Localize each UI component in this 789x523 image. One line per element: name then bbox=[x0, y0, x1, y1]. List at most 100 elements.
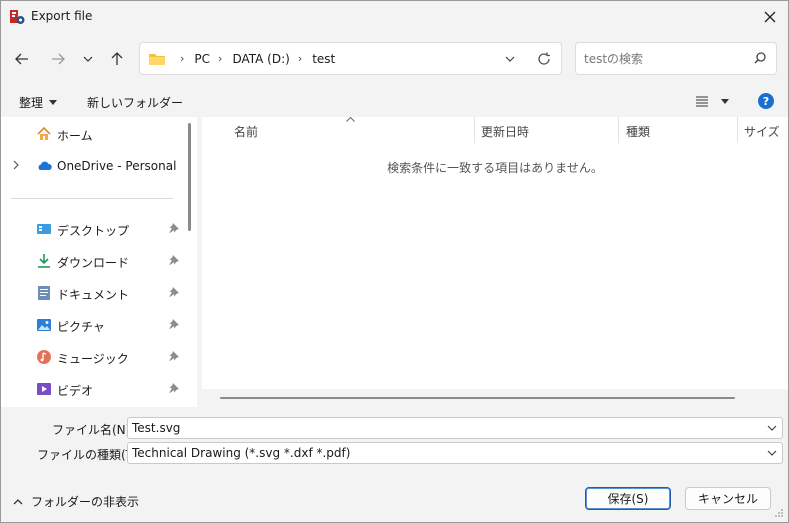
chevron-up-icon bbox=[13, 498, 23, 504]
sidebar-item-desktop[interactable]: デスクトップ bbox=[1, 216, 185, 242]
pin-icon[interactable] bbox=[168, 222, 180, 234]
address-bar[interactable]: › PC › DATA (D:) › test bbox=[139, 42, 562, 75]
breadcrumb-item-drive[interactable]: DATA (D:) bbox=[232, 52, 289, 66]
address-dropdown-icon[interactable] bbox=[505, 56, 515, 62]
folder-icon bbox=[149, 53, 165, 65]
video-icon bbox=[37, 383, 51, 395]
filename-label: ファイル名(N): bbox=[52, 423, 135, 437]
horizontal-scrollbar[interactable] bbox=[220, 397, 735, 399]
list-view-icon bbox=[696, 96, 708, 107]
up-button[interactable] bbox=[104, 46, 130, 72]
breadcrumb-separator-icon: › bbox=[180, 52, 185, 65]
sidebar-item-onedrive[interactable]: OneDrive - Personal bbox=[1, 153, 185, 179]
sidebar-divider bbox=[11, 198, 173, 199]
view-options-button[interactable] bbox=[695, 96, 729, 107]
chevron-right-icon[interactable] bbox=[13, 160, 19, 170]
new-folder-button[interactable]: 新しいフォルダー bbox=[87, 94, 183, 111]
hide-folders-label: フォルダーの非表示 bbox=[31, 495, 140, 509]
download-icon bbox=[38, 254, 50, 268]
filename-field[interactable]: Test.svg bbox=[127, 417, 783, 439]
sidebar-item-pictures[interactable]: ピクチャ bbox=[1, 312, 185, 338]
forward-button[interactable] bbox=[45, 46, 71, 72]
sidebar-scrollbar[interactable] bbox=[188, 123, 191, 231]
cancel-button[interactable]: キャンセル bbox=[685, 487, 771, 510]
chevron-down-icon[interactable] bbox=[767, 425, 777, 431]
content-area: ホーム OneDrive - Personal デスクトップ ダウンロード ドキ… bbox=[1, 117, 788, 407]
column-divider[interactable] bbox=[737, 117, 738, 143]
dialog-footer: フォルダーの非表示 保存(S) キャンセル bbox=[1, 471, 788, 522]
pin-icon[interactable] bbox=[168, 350, 180, 362]
sidebar-item-label: ホーム bbox=[57, 129, 93, 143]
document-icon bbox=[38, 286, 50, 300]
file-list: 名前 更新日時 種類 サイズ 検索条件に一致する項目はありません。 bbox=[202, 117, 788, 407]
navigation-bar: › PC › DATA (D:) › test bbox=[1, 33, 788, 85]
arrow-up-icon bbox=[111, 52, 123, 65]
caret-down-icon bbox=[49, 100, 58, 105]
navigation-pane: ホーム OneDrive - Personal デスクトップ ダウンロード ドキ… bbox=[1, 117, 197, 407]
close-button[interactable] bbox=[756, 3, 784, 31]
organize-label: 整理 bbox=[19, 96, 44, 110]
home-icon bbox=[37, 126, 51, 140]
column-divider[interactable] bbox=[474, 117, 475, 143]
pin-icon[interactable] bbox=[168, 382, 180, 394]
search-input[interactable] bbox=[584, 50, 744, 68]
sidebar-item-label: ダウンロード bbox=[57, 256, 130, 270]
breadcrumb-item-pc[interactable]: PC bbox=[194, 52, 210, 66]
column-header-modified[interactable]: 更新日時 bbox=[481, 123, 529, 140]
recent-locations-button[interactable] bbox=[75, 46, 101, 72]
app-icon bbox=[10, 10, 25, 24]
chevron-down-icon bbox=[83, 56, 93, 62]
hide-folders-button[interactable]: フォルダーの非表示 bbox=[13, 493, 139, 510]
pin-icon[interactable] bbox=[168, 254, 180, 266]
column-header-type[interactable]: 種類 bbox=[626, 123, 650, 140]
arrow-right-icon bbox=[52, 53, 65, 65]
music-icon bbox=[37, 350, 51, 364]
resize-grip-icon[interactable] bbox=[774, 508, 784, 518]
sidebar-item-label: ピクチャ bbox=[57, 320, 105, 334]
sidebar-item-label: ミュージック bbox=[57, 352, 129, 366]
sidebar-item-label: ドキュメント bbox=[57, 288, 130, 302]
organize-button[interactable]: 整理 bbox=[19, 94, 58, 111]
horizontal-scrollbar-track bbox=[202, 389, 788, 407]
refresh-icon[interactable] bbox=[537, 52, 551, 66]
column-header-name[interactable]: 名前 bbox=[234, 123, 258, 140]
empty-message: 検索条件に一致する項目はありません。 bbox=[387, 161, 603, 175]
pictures-icon bbox=[37, 319, 51, 331]
sidebar-item-label: OneDrive - Personal bbox=[57, 159, 177, 173]
close-icon bbox=[764, 11, 776, 23]
search-box bbox=[575, 42, 777, 75]
pin-icon[interactable] bbox=[168, 318, 180, 330]
command-bar: 整理 新しいフォルダー ? bbox=[1, 87, 788, 117]
save-button[interactable]: 保存(S) bbox=[585, 487, 671, 510]
breadcrumb: › PC › DATA (D:) › test bbox=[172, 52, 335, 66]
file-form: ファイル名(N): Test.svg ファイルの種類(T): Technical… bbox=[1, 407, 788, 471]
save-label: 保存(S) bbox=[607, 492, 649, 506]
column-divider[interactable] bbox=[618, 117, 619, 143]
caret-down-icon bbox=[721, 99, 729, 104]
pin-icon[interactable] bbox=[168, 286, 180, 298]
cloud-icon bbox=[38, 161, 52, 170]
export-file-dialog: Export file › PC › DATA (D:) › test test… bbox=[0, 0, 789, 523]
sidebar-item-label: ビデオ bbox=[57, 384, 94, 398]
column-header-size[interactable]: サイズ bbox=[744, 123, 780, 140]
help-icon[interactable]: ? bbox=[758, 93, 774, 109]
title-bar: Export file bbox=[1, 1, 788, 33]
filetype-value: Technical Drawing (*.svg *.dxf *.pdf) bbox=[132, 446, 351, 460]
sidebar-item-music[interactable]: ミュージック bbox=[1, 344, 185, 370]
sidebar-item-label: デスクトップ bbox=[57, 224, 130, 238]
sidebar-item-documents[interactable]: ドキュメント bbox=[1, 280, 185, 306]
sidebar-item-home[interactable]: ホーム bbox=[1, 121, 185, 147]
sidebar-item-downloads[interactable]: ダウンロード bbox=[1, 248, 185, 274]
new-folder-label: 新しいフォルダー bbox=[87, 96, 184, 110]
desktop-icon bbox=[37, 224, 51, 234]
breadcrumb-item-folder[interactable]: test bbox=[312, 52, 335, 66]
back-button[interactable] bbox=[9, 46, 35, 72]
breadcrumb-separator-icon: › bbox=[297, 52, 303, 65]
search-icon[interactable] bbox=[754, 52, 766, 64]
cancel-label: キャンセル bbox=[697, 492, 758, 506]
chevron-down-icon[interactable] bbox=[767, 450, 777, 456]
filename-value: Test.svg bbox=[132, 421, 181, 435]
filetype-select[interactable]: Technical Drawing (*.svg *.dxf *.pdf) bbox=[127, 442, 783, 464]
sort-ascending-icon bbox=[346, 117, 355, 122]
sidebar-item-videos[interactable]: ビデオ bbox=[1, 376, 185, 402]
